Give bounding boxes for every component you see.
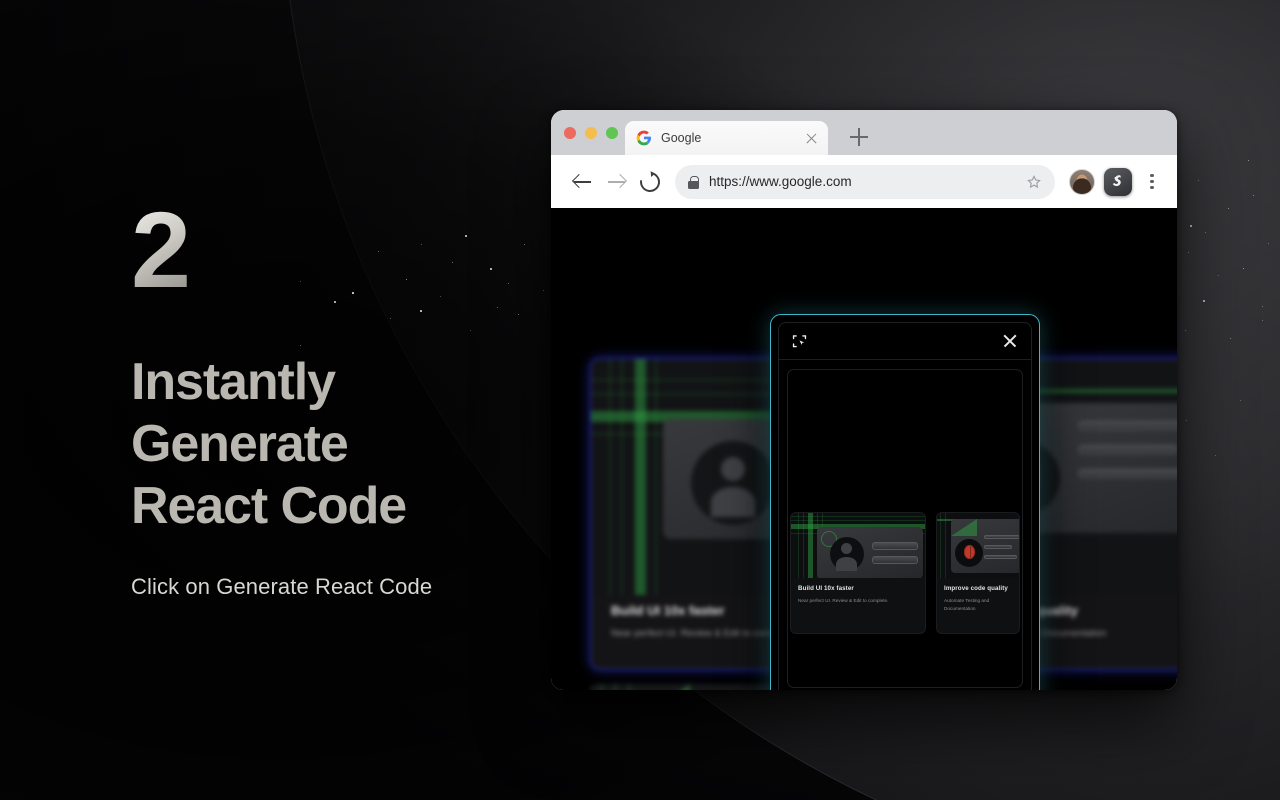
star <box>1268 243 1270 245</box>
select-element-icon[interactable] <box>791 333 808 350</box>
google-g-icon <box>636 130 652 146</box>
star <box>1188 252 1190 254</box>
star <box>1215 455 1217 457</box>
generate-code-modal: Build UI 10x faster Near perfect UI. Rev… <box>770 314 1040 690</box>
preview-card-list: Build UI 10x faster Near perfect UI. Rev… <box>790 512 1020 634</box>
close-icon[interactable] <box>1002 333 1018 349</box>
preview-card-1-art <box>791 513 925 578</box>
preview-card-2-subtitle: Automate Testing and Documentation <box>944 598 990 611</box>
extension-logo-glyph <box>1104 168 1132 196</box>
lock-icon <box>688 175 699 189</box>
tab-title: Google <box>661 131 702 145</box>
headline-line-3: React Code <box>131 476 407 535</box>
step-number: 2 <box>131 189 191 310</box>
browser-window: Google https://www.google.com Build UI 1… <box>551 110 1177 690</box>
reload-button[interactable] <box>633 165 667 199</box>
headline-line-1: Instantly <box>131 353 336 411</box>
star <box>1185 330 1187 332</box>
modal-header <box>779 323 1031 360</box>
preview-card-1-title: Build UI 10x faster <box>798 585 854 592</box>
back-button[interactable] <box>565 165 599 199</box>
page-root: 2 Instantly Generate React Code Click on… <box>0 0 1280 800</box>
page-title: Instantly Generate React Code <box>131 352 561 538</box>
star <box>1253 195 1255 197</box>
preview-card-1[interactable]: Build UI 10x faster Near perfect UI. Rev… <box>790 512 926 634</box>
modal-panel: Build UI 10x faster Near perfect UI. Rev… <box>778 322 1032 690</box>
star <box>1243 268 1245 270</box>
new-tab-icon[interactable] <box>850 128 868 146</box>
headline-line-2: Generate <box>131 414 349 473</box>
background-card-1-title: Build UI 10x faster <box>611 603 725 618</box>
star <box>1203 300 1205 302</box>
star <box>1240 400 1241 401</box>
star <box>1186 420 1188 422</box>
modal-body: Build UI 10x faster Near perfect UI. Rev… <box>779 360 1031 690</box>
reload-icon <box>636 167 664 196</box>
instruction-text: Click on Generate React Code <box>131 573 433 599</box>
url-text: https://www.google.com <box>709 174 852 189</box>
star <box>1218 275 1219 276</box>
star <box>1205 232 1207 234</box>
preview-card-2-art <box>937 513 1019 578</box>
close-tab-icon[interactable] <box>804 131 819 146</box>
preview-card-2[interactable]: Improve code quality Automate Testing an… <box>936 512 1020 634</box>
window-controls[interactable] <box>564 127 618 139</box>
kebab-menu-icon[interactable] <box>1141 173 1163 190</box>
browser-tab-bar: Google <box>551 110 1177 155</box>
browser-tab-google[interactable]: Google <box>625 121 828 155</box>
star <box>1248 160 1250 162</box>
minimize-window-button[interactable] <box>585 127 597 139</box>
extension-icon[interactable] <box>1104 167 1132 196</box>
profile-avatar[interactable] <box>1069 168 1095 195</box>
modal-preview-area: Build UI 10x faster Near perfect UI. Rev… <box>787 369 1023 688</box>
star <box>1230 338 1232 340</box>
back-arrow-icon <box>573 172 592 191</box>
star <box>1228 208 1230 210</box>
address-bar[interactable]: https://www.google.com <box>675 164 1055 199</box>
close-window-button[interactable] <box>564 127 576 139</box>
preview-card-2-title: Improve code quality <box>944 585 1008 592</box>
forward-button[interactable] <box>599 165 633 199</box>
preview-card-1-subtitle: Near perfect UI. Review & Edit to comple… <box>798 598 889 603</box>
star-icon[interactable] <box>1026 174 1042 190</box>
star <box>1262 306 1264 308</box>
page-viewport: Build UI 10x faster Near perfect UI. Rev… <box>551 208 1177 690</box>
star <box>1190 225 1192 227</box>
star <box>1198 180 1200 182</box>
maximize-window-button[interactable] <box>606 127 618 139</box>
forward-arrow-icon <box>607 172 626 191</box>
left-panel: 2 Instantly Generate React Code Click on… <box>131 196 561 600</box>
star <box>1262 320 1263 321</box>
browser-nav-bar: https://www.google.com <box>551 155 1177 208</box>
